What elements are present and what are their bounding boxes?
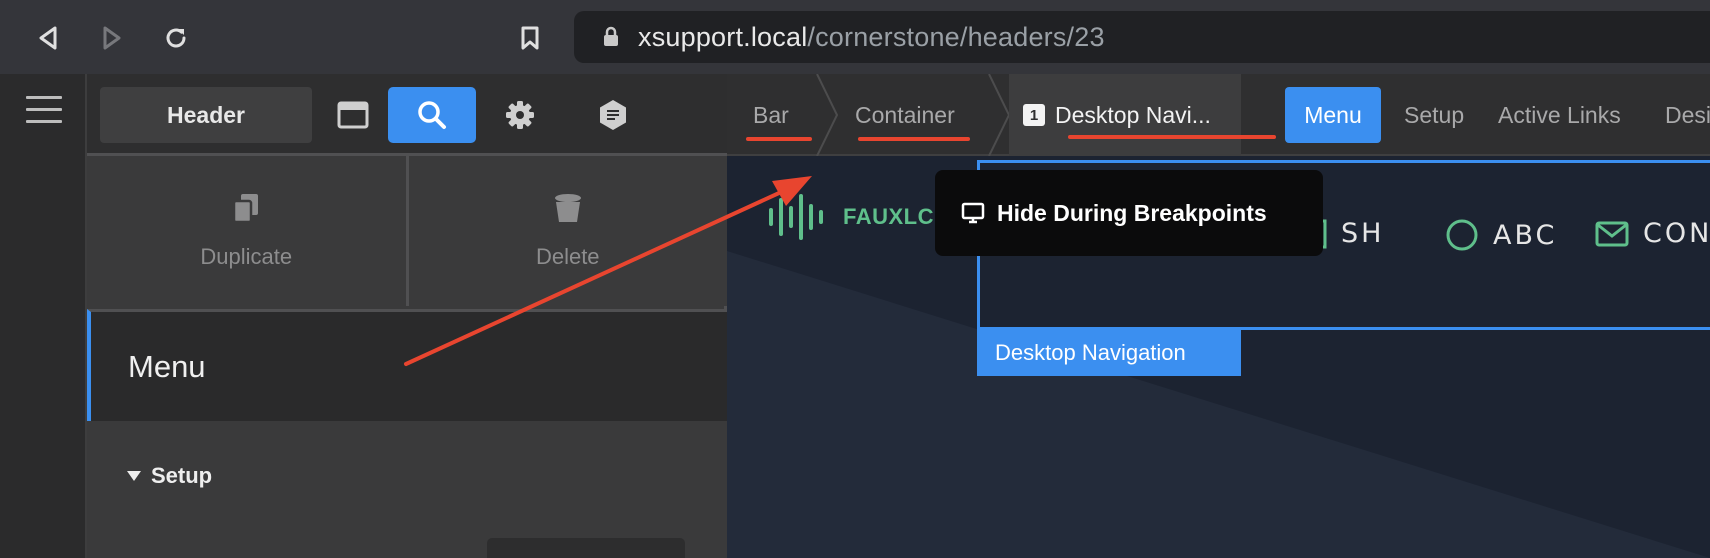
- annotation-underline-container: [858, 137, 970, 141]
- setup-section-label: Setup: [151, 463, 213, 488]
- preview-nav-item-label: SH: [1341, 218, 1385, 249]
- preview-nav-item[interactable]: ABC: [1445, 218, 1563, 252]
- duplicate-button[interactable]: Duplicate: [87, 156, 406, 306]
- tooltip: Hide During Breakpoints: [935, 170, 1323, 256]
- notes-tool-button[interactable]: [585, 87, 641, 143]
- annotation-underline-desktop-navigation: [1068, 135, 1276, 139]
- annotation-underline-bar: [746, 137, 812, 141]
- duplicate-label: Duplicate: [200, 244, 293, 269]
- tab-setup[interactable]: Setup: [1404, 87, 1464, 143]
- reload-button[interactable]: [156, 18, 196, 58]
- lock-icon: [602, 26, 620, 48]
- action-row: Duplicate Delete: [87, 156, 727, 306]
- address-bar[interactable]: xsupport.local/cornerstone/headers/23: [574, 11, 1710, 63]
- breadcrumb: Bar Container 1 Desktop Navi... Menu Set…: [727, 74, 1710, 156]
- site-logo: FAUXLC: [767, 194, 934, 240]
- setup-section-toggle[interactable]: Setup: [127, 463, 212, 489]
- breadcrumb-container-label: Container: [855, 101, 955, 128]
- url-text: xsupport.local/cornerstone/headers/23: [638, 22, 1105, 53]
- breadcrumb-bar-label: Bar: [753, 101, 789, 128]
- bookmark-icon: [521, 26, 539, 50]
- delete-label: Delete: [535, 244, 600, 269]
- selection-label: Desktop Navigation: [977, 330, 1241, 376]
- header-tab[interactable]: Header: [100, 87, 312, 143]
- inspector-panel: Header Duplicate Delete Menu Setup: [87, 74, 727, 558]
- search-tool-button[interactable]: [388, 87, 476, 143]
- reload-icon: [166, 28, 186, 48]
- settings-tool-button[interactable]: [492, 87, 548, 143]
- search-icon: [418, 101, 446, 129]
- soundwave-logo-icon: [769, 194, 823, 240]
- tab-design[interactable]: Desi: [1665, 87, 1710, 143]
- breadcrumb-bar[interactable]: Bar: [753, 74, 789, 156]
- tab-menu-label: Menu: [1304, 101, 1362, 128]
- delete-button[interactable]: Delete: [405, 156, 727, 306]
- tab-setup-label: Setup: [1404, 101, 1465, 128]
- selected-element-label: Menu: [128, 348, 206, 384]
- envelope-icon: [1595, 221, 1629, 247]
- preview-nav-item-label: ABC: [1493, 219, 1558, 251]
- setup-section: Setup: [87, 421, 727, 558]
- url-host: xsupport.local: [638, 21, 808, 52]
- trash-icon: [552, 192, 584, 230]
- left-rail: [0, 74, 87, 558]
- layout-tool-button[interactable]: [325, 87, 381, 143]
- preview-nav-item[interactable]: CON: [1595, 218, 1710, 249]
- back-icon: [39, 26, 57, 50]
- preview-nav-item-label: CON: [1643, 218, 1710, 249]
- forward-icon: [103, 26, 121, 50]
- back-button[interactable]: [28, 18, 68, 58]
- setup-control[interactable]: [487, 538, 685, 558]
- logo-text: FAUXLC: [843, 204, 934, 229]
- monitor-icon: [961, 202, 985, 224]
- tab-menu[interactable]: Menu: [1285, 87, 1381, 143]
- window-icon: [337, 101, 369, 129]
- selected-element-row[interactable]: Menu: [87, 309, 727, 421]
- url-path: /cornerstone/headers/23: [807, 21, 1105, 52]
- gear-icon: [506, 101, 534, 129]
- tab-design-label: Desi: [1665, 101, 1710, 128]
- breadcrumb-desktop-navigation-label: Desktop Navi...: [1055, 101, 1211, 128]
- forward-button[interactable]: [92, 18, 132, 58]
- panel-toolbar: Header: [87, 74, 727, 156]
- tab-active-links[interactable]: Active Links: [1498, 87, 1621, 143]
- hexagon-note-icon: [600, 100, 626, 130]
- browser-toolbar: xsupport.local/cornerstone/headers/23: [0, 0, 1710, 74]
- hamburger-menu-icon[interactable]: [26, 96, 62, 124]
- bookmark-button[interactable]: [510, 18, 550, 58]
- circle-icon: [1445, 218, 1479, 252]
- breadcrumb-desktop-navigation[interactable]: 1 Desktop Navi...: [1009, 74, 1241, 156]
- caret-down-icon: [127, 471, 141, 481]
- breadcrumb-container[interactable]: Container: [855, 74, 955, 156]
- breadcrumb-badge: 1: [1023, 104, 1045, 126]
- duplicate-icon: [232, 192, 260, 230]
- chevron-right-icon: [816, 74, 839, 156]
- tab-active-links-label: Active Links: [1498, 101, 1621, 128]
- preview-nav-item[interactable]: SH: [1313, 218, 1384, 249]
- tooltip-text: Hide During Breakpoints: [997, 199, 1267, 226]
